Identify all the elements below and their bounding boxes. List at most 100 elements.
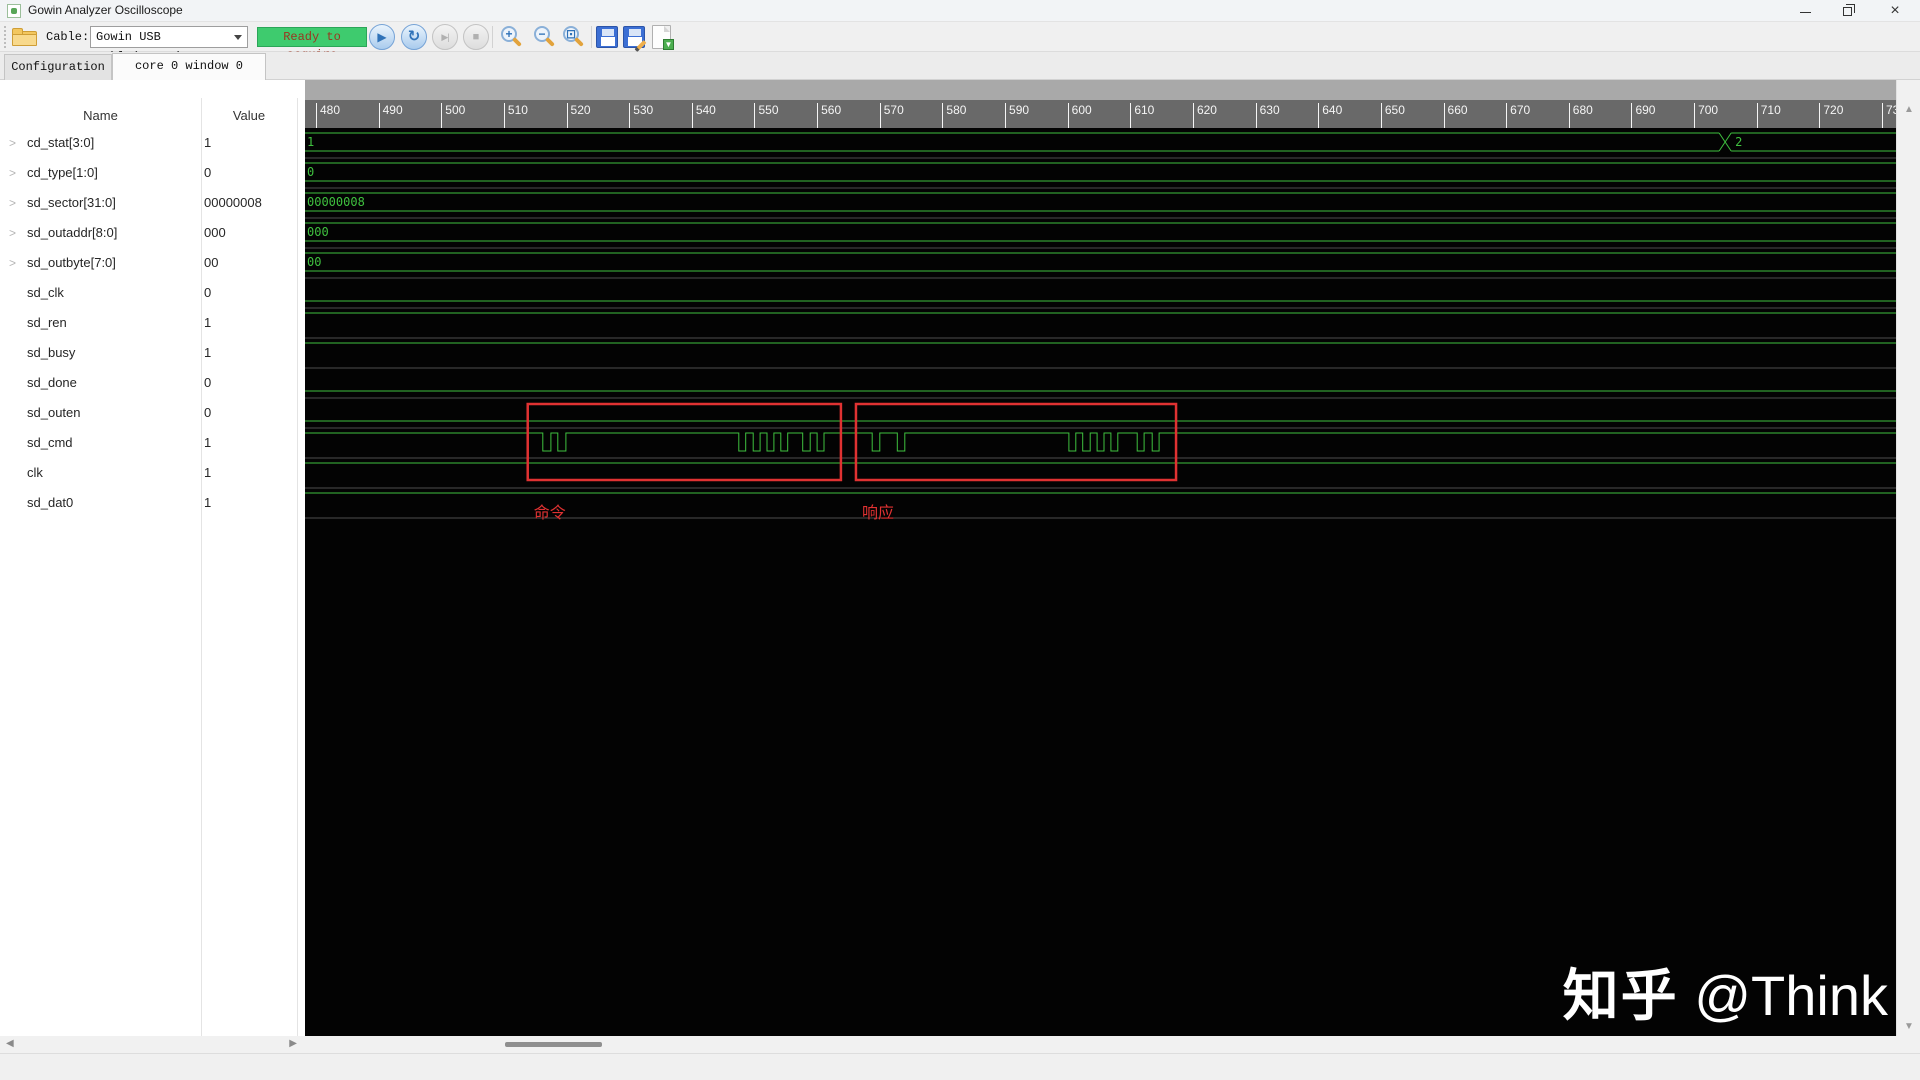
ruler-tick: 730 <box>1882 103 1896 128</box>
signal-value: 1 <box>204 315 212 330</box>
time-ruler[interactable]: 480 490 500 510 520 530 540 550 560 570 580 590 600 6… <box>305 100 1896 128</box>
ruler-tick: 720 <box>1819 103 1843 128</box>
svg-text:2: 2 <box>1735 135 1742 149</box>
table-row[interactable]: sd_clk 0 <box>0 278 305 308</box>
zoom-in-button[interactable]: + <box>500 25 524 49</box>
scroll-right-icon[interactable]: ▶ <box>289 1038 297 1049</box>
table-row[interactable]: > sd_sector[31:0] 00000008 <box>0 188 305 218</box>
scrollbar-thumb[interactable] <box>505 1042 602 1047</box>
open-file-button[interactable] <box>12 28 38 47</box>
ruler-tick: 660 <box>1443 103 1468 128</box>
signal-value: 00000008 <box>204 195 262 210</box>
signal-value: 1 <box>204 435 212 450</box>
table-row[interactable]: > sd_outbyte[7:0] 00 <box>0 248 305 278</box>
table-row[interactable]: clk 1 <box>0 458 305 488</box>
tab-bar: Configuration core 0 window 0 <box>0 52 1920 80</box>
signal-value: 00 <box>204 255 219 270</box>
expander-icon[interactable]: > <box>9 218 16 248</box>
signal-value: 0 <box>204 165 212 180</box>
waveform-panel[interactable]: 480 490 500 510 520 530 540 550 560 570 580 590 600 6… <box>305 80 1896 1036</box>
table-row[interactable]: sd_busy 1 <box>0 338 305 368</box>
ruler-tick: 600 <box>1067 103 1092 128</box>
scroll-up-icon[interactable]: ▲ <box>1897 104 1920 115</box>
ruler-tick: 590 <box>1005 103 1029 128</box>
signal-value: 1 <box>204 465 212 480</box>
signal-name: sd_ren <box>27 315 67 330</box>
ruler-tick: 540 <box>691 103 716 128</box>
ruler-tick: 700 <box>1694 103 1718 128</box>
table-row[interactable]: sd_outen 0 <box>0 398 305 428</box>
annotation-label: 响应 <box>862 503 894 522</box>
start-capture-button[interactable]: ▶ <box>369 24 395 50</box>
scroll-left-icon[interactable]: ◀ <box>6 1038 14 1049</box>
ruler-tick: 560 <box>817 103 841 128</box>
save-button[interactable] <box>596 26 618 48</box>
signal-name: clk <box>27 465 43 480</box>
ruler-tick: 520 <box>566 103 591 128</box>
signal-value: 0 <box>204 375 212 390</box>
chevron-down-icon <box>234 35 242 40</box>
waveform-canvas[interactable]: 1 200000000800000命令 响应 <box>305 128 1896 1036</box>
cable-select[interactable]: Gowin USB Cable(FT2CH) <box>90 26 248 64</box>
zoom-fit-button[interactable]: ⊡ <box>562 25 586 49</box>
expander-icon[interactable]: > <box>9 158 16 188</box>
ruler-tick: 640 <box>1318 103 1342 128</box>
table-row[interactable]: sd_dat0 1 <box>0 488 305 518</box>
table-row[interactable]: > cd_type[1:0] 0 <box>0 158 305 188</box>
app-icon <box>7 4 21 18</box>
expander-icon[interactable]: > <box>9 248 16 278</box>
minimize-button[interactable] <box>1784 0 1826 22</box>
close-button[interactable]: × <box>1874 0 1916 22</box>
ruler-tick: 490 <box>378 103 403 128</box>
svg-text:1: 1 <box>307 135 314 149</box>
signal-name: sd_done <box>27 375 77 390</box>
export-button[interactable]: ▼ <box>652 25 674 50</box>
signal-value: 0 <box>204 285 212 300</box>
save-as-button[interactable] <box>623 26 647 53</box>
vertical-scrollbar[interactable]: ▲ ▼ <box>1896 80 1920 1036</box>
table-horizontal-scrollbar[interactable]: ◀ ▶ <box>0 1036 305 1053</box>
signal-name: sd_cmd <box>27 435 73 450</box>
table-row[interactable]: sd_done 0 <box>0 368 305 398</box>
signal-value: 1 <box>204 495 212 510</box>
zoom-out-button[interactable]: − <box>533 25 557 49</box>
restart-capture-button[interactable]: ↻ <box>401 24 427 50</box>
toolbar-separator <box>492 26 493 48</box>
waveform-row-sd_sector[31:0]: 00000008 <box>305 192 1896 212</box>
ruler-tick: 630 <box>1255 103 1280 128</box>
table-row[interactable]: sd_cmd 1 <box>0 428 305 458</box>
ruler-tick: 690 <box>1631 103 1655 128</box>
stop-capture-button[interactable]: ■ <box>463 24 489 50</box>
signal-name: cd_stat[3:0] <box>27 135 95 150</box>
svg-text:00000008: 00000008 <box>307 195 365 209</box>
ruler-tick: 550 <box>754 103 779 128</box>
table-row[interactable]: > cd_stat[3:0] 1 <box>0 128 305 158</box>
signal-name: sd_outbyte[7:0] <box>27 255 116 270</box>
expander-icon[interactable]: > <box>9 188 16 218</box>
restore-button[interactable] <box>1827 0 1869 22</box>
expander-icon[interactable]: > <box>9 128 16 158</box>
table-header: Name Value <box>0 103 305 128</box>
ruler-tick: 570 <box>879 103 904 128</box>
ruler-tick: 620 <box>1192 103 1217 128</box>
ruler-tick: 650 <box>1380 103 1405 128</box>
signal-name: sd_busy <box>27 345 76 360</box>
step-capture-button[interactable]: ▶| <box>432 24 458 50</box>
status-bar <box>0 1053 1920 1080</box>
ruler-tick: 670 <box>1506 103 1530 128</box>
signal-value: 1 <box>204 135 212 150</box>
table-row[interactable]: sd_ren 1 <box>0 308 305 338</box>
table-row[interactable]: > sd_outaddr[8:0] 000 <box>0 218 305 248</box>
signal-name: sd_dat0 <box>27 495 74 510</box>
toolbar: Cable: Gowin USB Cable(FT2CH) Ready to a… <box>0 22 1920 64</box>
signal-name: cd_type[1:0] <box>27 165 98 180</box>
acquire-status-button[interactable]: Ready to acquire <box>257 27 367 62</box>
waveform-row-cd_type[1:0]: 0 <box>305 162 1896 182</box>
tab-configuration[interactable]: Configuration <box>4 54 112 80</box>
tab-core0-window0[interactable]: core 0 window 0 <box>112 53 266 80</box>
waveform-horizontal-scrollbar[interactable] <box>305 1036 1920 1053</box>
ruler-tick: 680 <box>1568 103 1593 128</box>
scroll-down-icon[interactable]: ▼ <box>1897 1021 1920 1032</box>
ruler-tick: 710 <box>1756 103 1781 128</box>
ruler-tick: 530 <box>629 103 653 128</box>
